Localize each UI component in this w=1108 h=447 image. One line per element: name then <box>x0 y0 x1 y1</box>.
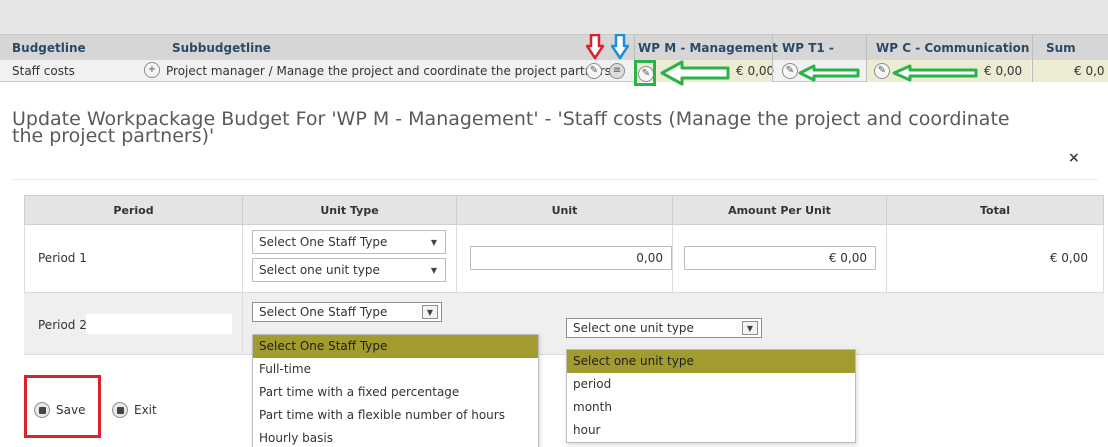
divider <box>12 179 1098 180</box>
green-left-arrow-icon <box>798 64 860 82</box>
period-2-staff-type-value: Select One Staff Type <box>259 305 388 319</box>
header-unit-type: Unit Type <box>243 196 457 226</box>
save-label: Save <box>56 403 86 417</box>
chevron-down-icon: ▼ <box>422 305 438 319</box>
blue-down-arrow-icon <box>611 34 629 60</box>
edit-wp-t1-pencil-icon[interactable]: ✎ <box>782 63 798 79</box>
red-down-arrow-icon <box>586 34 604 60</box>
unit-type-dropdown: Select one unit type period month hour <box>566 349 856 443</box>
close-icon[interactable]: × <box>1068 150 1080 166</box>
exit-label: Exit <box>134 403 157 417</box>
col-sep <box>866 34 867 82</box>
staff-type-option[interactable]: Hourly basis <box>253 427 538 447</box>
header-budgetline: Budgetline <box>12 41 86 55</box>
sum-value: € 0,0 <box>1074 64 1105 78</box>
period-2-unit-type-select[interactable]: Select one unit type ▼ <box>566 318 762 338</box>
unit-type-option[interactable]: period <box>567 373 855 396</box>
period-1-staff-type-value: Select One Staff Type <box>259 235 388 249</box>
unit-type-option[interactable]: month <box>567 396 855 419</box>
period-2-label: Period 2 <box>38 318 87 332</box>
chevron-down-icon: ▼ <box>742 321 758 335</box>
chevron-down-icon: ▼ <box>430 237 438 247</box>
budget-header-row: Budgetline Subbudgetline WP M - Manageme… <box>0 34 1108 60</box>
exit-button[interactable]: Exit <box>112 402 157 418</box>
header-sum: Sum <box>1046 41 1076 55</box>
expand-plus-icon[interactable]: + <box>144 62 160 78</box>
col-line <box>672 225 673 293</box>
period-1-unit-input[interactable]: 0,00 <box>470 246 672 270</box>
save-button[interactable]: Save <box>34 402 85 418</box>
col-sep <box>1032 34 1033 82</box>
header-wp-c: WP C - Communication <box>876 41 1030 55</box>
header-wp-m: WP M - Management <box>638 41 778 55</box>
header-total: Total <box>979 204 1011 217</box>
period-1-unit-type-value: Select one unit type <box>259 263 380 277</box>
green-highlight-box <box>634 60 656 86</box>
col-line <box>456 225 457 293</box>
top-band <box>0 0 1108 34</box>
row-budgetline: Staff costs <box>12 64 75 78</box>
save-icon <box>34 402 50 418</box>
period-2-staff-type-select[interactable]: Select One Staff Type ▼ <box>252 302 442 322</box>
edit-wp-c-pencil-icon[interactable]: ✎ <box>874 63 890 79</box>
edit-pencil-icon[interactable]: ✎ <box>586 63 602 79</box>
wp-c-value: € 0,00 <box>984 64 1023 78</box>
green-left-arrow-icon <box>660 60 730 86</box>
period-table-header: Period Unit Type Unit Amount Per Unit To… <box>24 195 1104 226</box>
green-left-arrow-icon <box>892 64 978 82</box>
wp-m-value: € 0,00 <box>736 64 775 78</box>
header-subbudgetline: Subbudgetline <box>172 41 271 55</box>
staff-type-dropdown: Select One Staff Type Full-time Part tim… <box>252 334 539 447</box>
header-amount-per-unit: Amount Per Unit <box>673 196 887 226</box>
staff-type-option[interactable]: Part time with a fixed percentage <box>253 381 538 404</box>
period-1-total: € 0,00 <box>1049 251 1088 265</box>
col-line <box>886 225 887 293</box>
col-line <box>242 225 243 355</box>
header-wp-t1: WP T1 - <box>782 41 834 55</box>
col-sep <box>772 34 773 82</box>
delete-trash-icon[interactable]: ≡ <box>609 63 625 79</box>
staff-type-option[interactable]: Full-time <box>253 358 538 381</box>
dialog-title: Update Workpackage Budget For 'WP M - Ma… <box>12 108 1010 147</box>
staff-type-option[interactable]: Select One Staff Type <box>253 335 538 358</box>
period-2-blank-field <box>86 314 232 334</box>
exit-icon <box>112 402 128 418</box>
period-1-staff-type-select[interactable]: Select One Staff Type ▼ <box>252 230 446 254</box>
header-period: Period <box>25 196 243 226</box>
period-2-unit-type-value: Select one unit type <box>573 321 694 335</box>
staff-type-option[interactable]: Part time with a flexible number of hour… <box>253 404 538 427</box>
unit-type-option[interactable]: Select one unit type <box>567 350 855 373</box>
chevron-down-icon: ▼ <box>430 265 438 275</box>
period-1-label: Period 1 <box>38 251 87 265</box>
header-unit: Unit <box>457 196 673 226</box>
unit-type-option[interactable]: hour <box>567 419 855 442</box>
period-1-unit-type-select[interactable]: Select one unit type ▼ <box>252 258 446 282</box>
row-subbudgetline: Project manager / Manage the project and… <box>166 64 611 78</box>
period-1-amount-input[interactable]: € 0,00 <box>684 246 876 270</box>
